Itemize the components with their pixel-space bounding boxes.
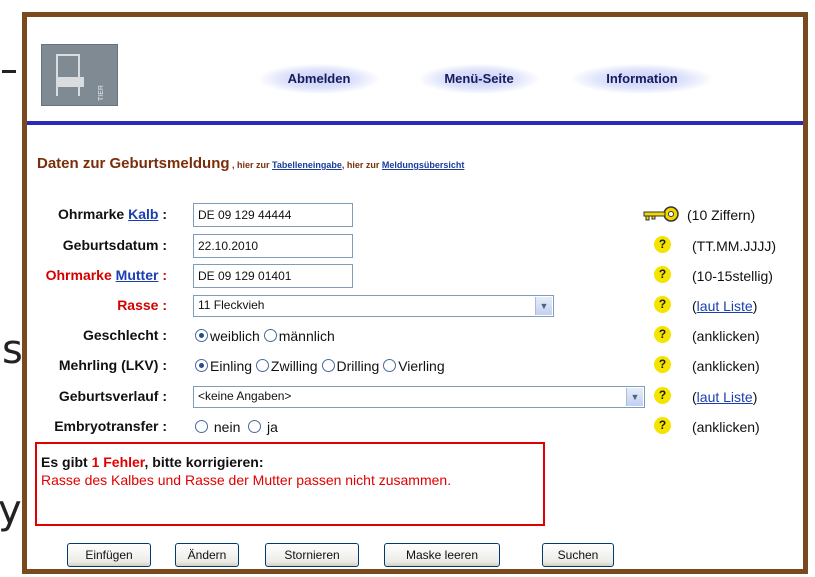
logout-link[interactable]: Abmelden — [259, 64, 379, 94]
app-frame: TIER Abmelden Menü-Seite Information Dat… — [22, 12, 808, 574]
geburtsdatum-input[interactable] — [193, 234, 353, 258]
help-icon[interactable]: ? — [654, 296, 671, 313]
form-row-embryotransfer: Embryotransfer : nein ja ? (anklicken) — [27, 413, 803, 443]
radio-label: ja — [267, 419, 278, 435]
radio-label: Vierling — [398, 358, 445, 374]
mehrling-radio-group: Einling Zwilling Drilling Vierling — [195, 358, 445, 374]
chevron-down-icon[interactable]: ▼ — [535, 297, 552, 315]
background-mark — [2, 70, 16, 73]
form-row-geburtsdatum: Geburtsdatum : ? (TT.MM.JJJJ) — [27, 232, 803, 262]
radio-weiblich[interactable] — [195, 329, 208, 342]
radio-drilling[interactable] — [321, 359, 335, 372]
form-row-geschlecht: Geschlecht : weiblich männlich ? (anklic… — [27, 322, 803, 352]
radio-label: Zwilling — [270, 358, 318, 374]
form-row-geburtsverlauf: Geburtsverlauf : <keine Angaben> ▼ ? (la… — [27, 383, 803, 413]
radio-einling[interactable] — [195, 359, 208, 372]
header-divider — [27, 121, 803, 125]
help-icon[interactable]: ? — [654, 236, 671, 253]
label-colon: : — [158, 267, 167, 283]
page-title: Daten zur Geburtsmeldung — [37, 155, 230, 172]
form-row-ohrmarke-kalb: Ohrmarke Kalb : (10 Ziffern) — [27, 201, 803, 231]
label-text: Ohrmarke — [45, 267, 116, 283]
background-letter: y — [0, 487, 22, 533]
hint-text: (anklicken) — [692, 358, 760, 374]
radio-label: männlich — [278, 328, 335, 344]
radio-label: nein — [213, 419, 241, 435]
geburtsverlauf-selected-value: <keine Angaben> — [198, 389, 292, 403]
rasse-selected-value: 11 Fleckvieh — [198, 298, 265, 312]
chevron-down-icon[interactable]: ▼ — [626, 388, 643, 406]
label-colon: : — [158, 206, 167, 222]
table-entry-link[interactable]: Tabelleneingabe — [272, 160, 342, 170]
help-icon[interactable]: ? — [654, 417, 671, 434]
radio-ja[interactable] — [248, 420, 262, 433]
help-icon[interactable]: ? — [654, 356, 671, 373]
radio-label: Einling — [210, 358, 253, 374]
hint-text: (10 Ziffern) — [687, 207, 756, 223]
form-row-rasse: Rasse : 11 Fleckvieh ▼ ? (laut Liste) — [27, 292, 803, 322]
radio-nein[interactable] — [195, 420, 208, 433]
heading-text: , hier zur — [341, 160, 382, 170]
help-icon[interactable]: ? — [654, 387, 671, 404]
error-text: Es gibt — [41, 454, 92, 470]
field-label: Embryotransfer : — [54, 418, 167, 434]
geburtsverlauf-list-link[interactable]: laut Liste — [697, 389, 753, 405]
top-navigation: Abmelden Menü-Seite Information — [27, 64, 803, 94]
rasse-list-link[interactable]: laut Liste — [697, 298, 753, 314]
field-label: Mehrling (LKV) : — [58, 357, 167, 373]
heading-text: , hier zur — [229, 160, 273, 170]
field-label: Ohrmarke Kalb : — [58, 206, 167, 222]
rasse-select[interactable]: 11 Fleckvieh ▼ — [193, 295, 554, 317]
field-label: Rasse : — [117, 297, 167, 313]
cancel-button[interactable]: Stornieren — [265, 543, 359, 567]
field-label: Ohrmarke Mutter : — [46, 267, 167, 283]
radio-vierling[interactable] — [383, 359, 397, 372]
page-heading: Daten zur Geburtsmeldung , hier zur Tabe… — [37, 155, 464, 173]
hint-text: (10-15stellig) — [692, 268, 773, 284]
hint-link: (laut Liste) — [692, 389, 758, 405]
label-text: Ohrmarke — [58, 206, 129, 222]
hint-text: (anklicken) — [692, 419, 760, 435]
menu-link[interactable]: Menü-Seite — [419, 64, 539, 94]
report-overview-link[interactable]: Meldungsübersicht — [382, 160, 465, 170]
geburtsverlauf-select[interactable]: <keine Angaben> ▼ — [193, 386, 645, 408]
field-label: Geburtsverlauf : — [58, 388, 167, 404]
mutter-link[interactable]: Mutter — [116, 267, 159, 283]
ohrmarke-mutter-input[interactable] — [193, 264, 353, 288]
geschlecht-radio-group: weiblich männlich — [195, 328, 335, 344]
error-summary: Es gibt 1 Fehler, bitte korrigieren: — [41, 454, 539, 470]
form-row-ohrmarke-mutter: Ohrmarke Mutter : ? (10-15stellig) — [27, 262, 803, 292]
error-count: 1 Fehler — [91, 454, 145, 470]
radio-maennlich[interactable] — [263, 329, 277, 342]
error-text: , bitte korrigieren: — [144, 454, 264, 470]
help-icon[interactable]: ? — [654, 266, 671, 283]
hint-link: (laut Liste) — [692, 298, 758, 314]
ohrmarke-kalb-input[interactable] — [193, 203, 353, 227]
field-label: Geschlecht : — [82, 327, 167, 343]
error-message: Rasse des Kalbes und Rasse der Mutter pa… — [41, 472, 452, 488]
key-icon — [643, 206, 679, 222]
field-label: Geburtsdatum : — [62, 237, 167, 253]
background-letter: s — [2, 327, 23, 373]
help-icon[interactable]: ? — [654, 326, 671, 343]
form-row-mehrling: Mehrling (LKV) : Einling Zwilling Drilli… — [27, 352, 803, 382]
error-box: Es gibt 1 Fehler, bitte korrigieren: Ras… — [35, 442, 545, 526]
hint-text: (anklicken) — [692, 328, 760, 344]
radio-zwilling[interactable] — [255, 359, 269, 372]
information-link[interactable]: Information — [572, 64, 712, 94]
embryotransfer-radio-group: nein ja — [195, 419, 278, 435]
radio-label: Drilling — [336, 358, 380, 374]
search-button[interactable]: Suchen — [542, 543, 614, 567]
insert-button[interactable]: Einfügen — [67, 543, 151, 567]
change-button[interactable]: Ändern — [175, 543, 239, 567]
clear-form-button[interactable]: Maske leeren — [384, 543, 500, 567]
kalb-link[interactable]: Kalb — [128, 206, 158, 222]
hint-text: (TT.MM.JJJJ) — [692, 238, 776, 254]
radio-label: weiblich — [210, 328, 260, 344]
